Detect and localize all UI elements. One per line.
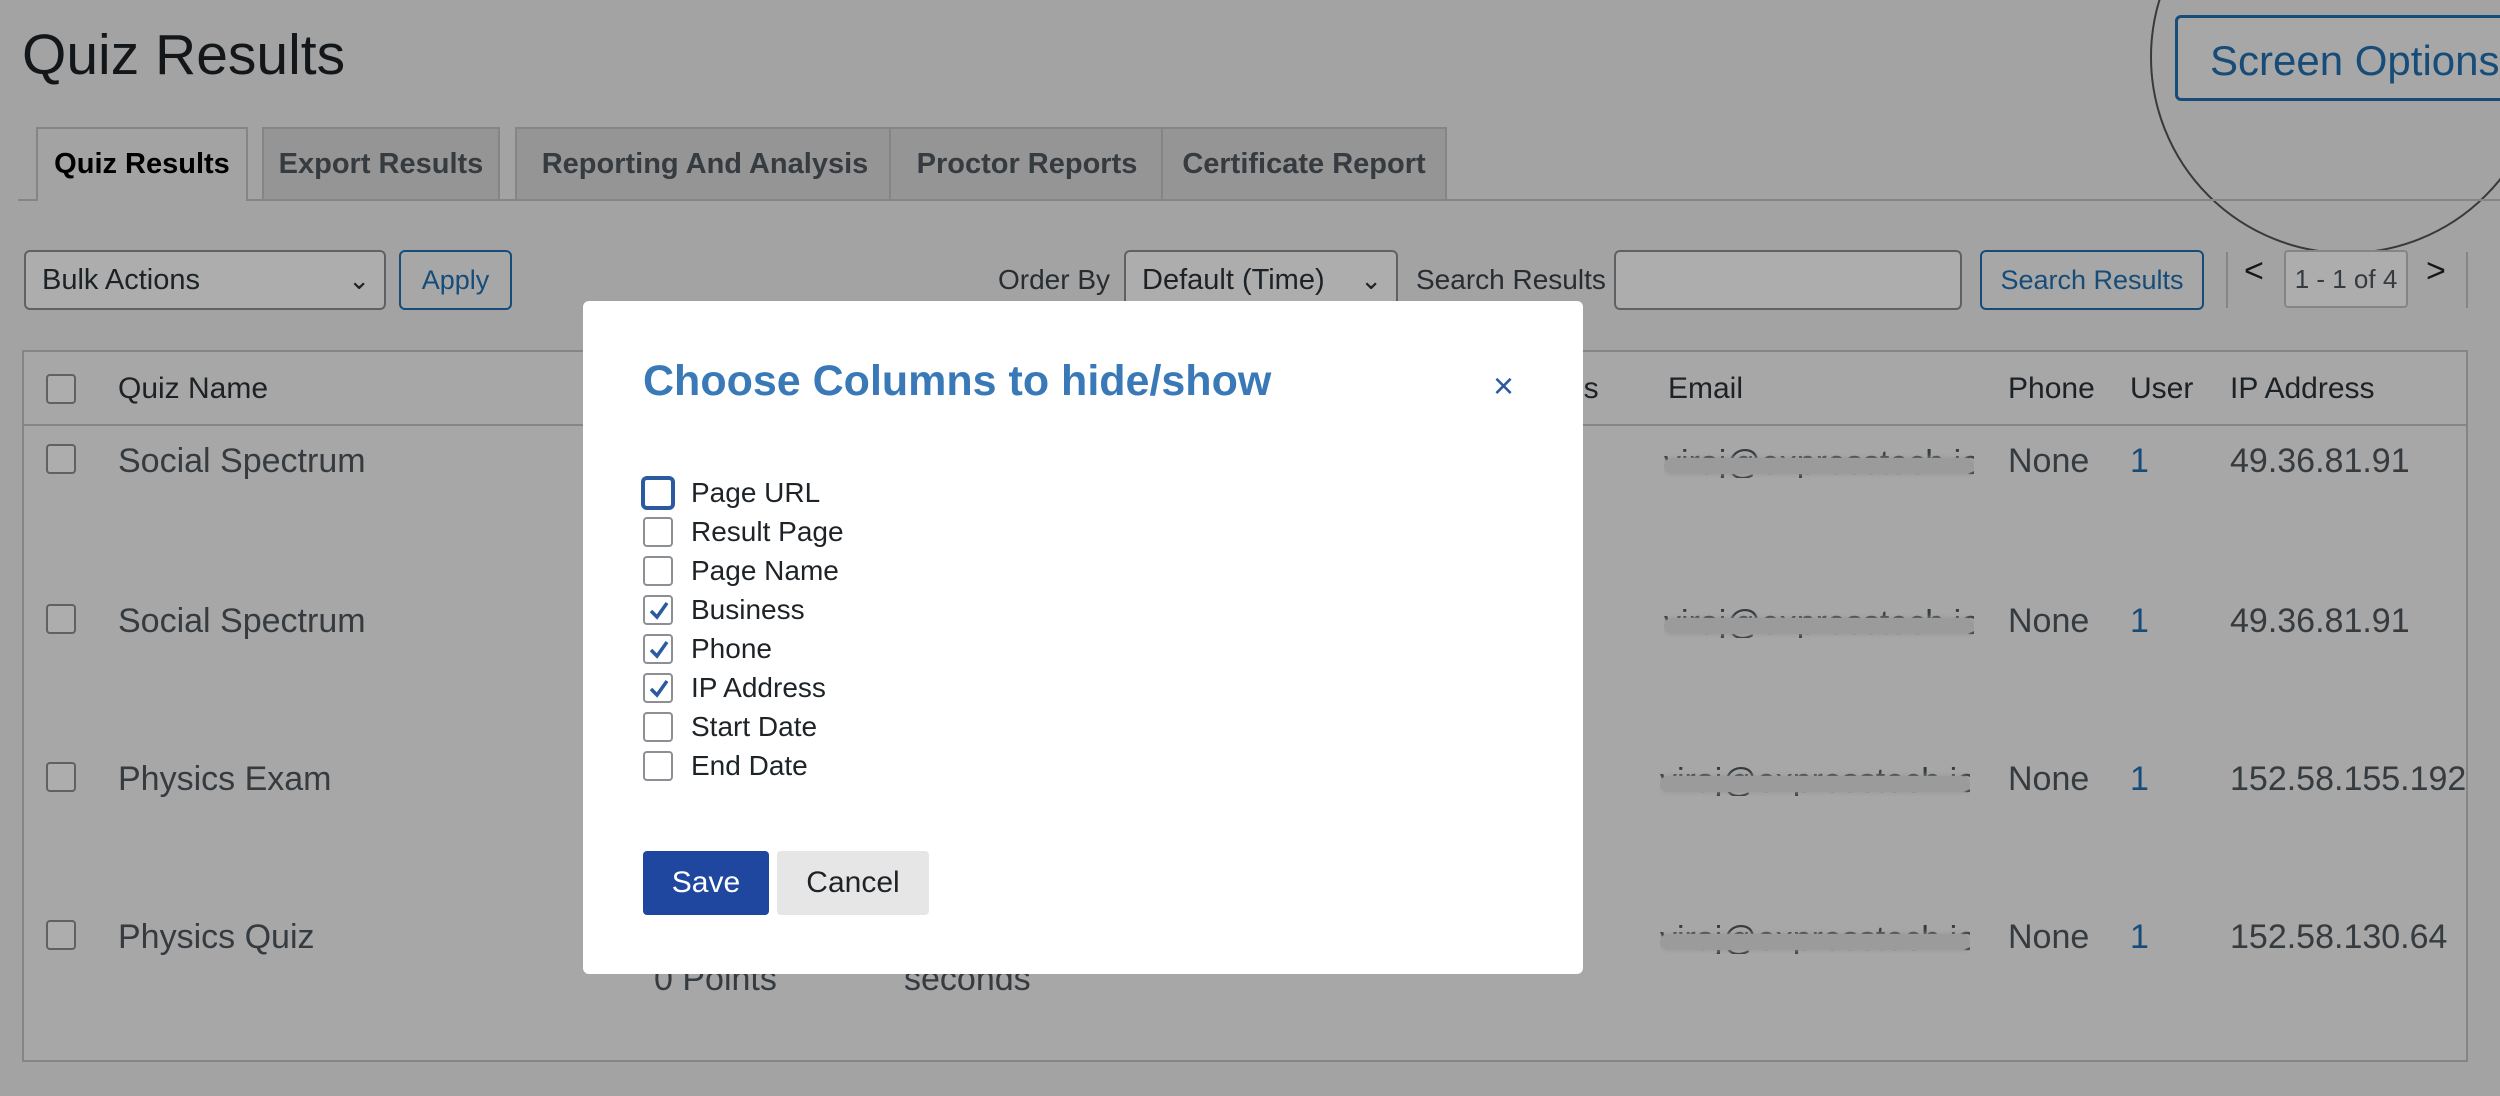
- checkbox-checked[interactable]: [643, 673, 673, 703]
- option-label: Phone: [691, 633, 772, 664]
- option-label: Page Name: [691, 555, 839, 586]
- checkbox-checked[interactable]: [643, 634, 673, 664]
- option-label: Page URL: [691, 477, 821, 508]
- checkbox-checked[interactable]: [643, 595, 673, 625]
- option-label: IP Address: [691, 672, 826, 703]
- option-label: End Date: [691, 750, 808, 781]
- close-icon[interactable]: ×: [1493, 365, 1514, 407]
- save-button[interactable]: Save: [643, 851, 769, 915]
- checkbox[interactable]: [643, 478, 673, 508]
- column-chooser-modal: Choose Columns to hide/show × Page URL R…: [583, 301, 1583, 974]
- cancel-button[interactable]: Cancel: [777, 851, 929, 915]
- checkmark-icon: [649, 601, 669, 620]
- modal-title: Choose Columns to hide/show: [643, 357, 1272, 405]
- checkbox[interactable]: [643, 712, 673, 742]
- option-label: Business: [691, 594, 805, 625]
- checkmark-icon: [649, 640, 669, 659]
- option-label: Result Page: [691, 516, 844, 547]
- checkbox[interactable]: [643, 517, 673, 547]
- checkbox[interactable]: [643, 751, 673, 781]
- checkbox[interactable]: [643, 556, 673, 586]
- option-label: Start Date: [691, 711, 818, 742]
- checkmark-icon: [649, 679, 669, 698]
